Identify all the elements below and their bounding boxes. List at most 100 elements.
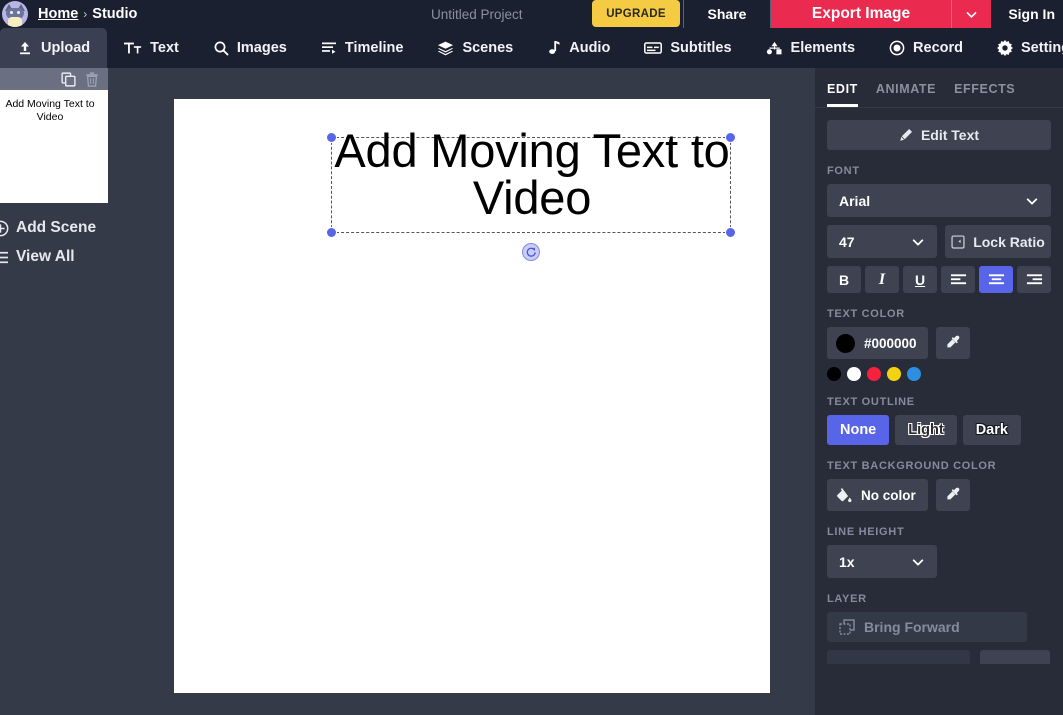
scene-toolbar (0, 68, 108, 90)
outline-option-dark[interactable]: Dark (963, 415, 1021, 445)
project-name[interactable]: Untitled Project (431, 0, 523, 28)
align-center-button[interactable] (979, 266, 1013, 293)
line-height-label: LINE HEIGHT (827, 526, 1051, 538)
panel-tab-effects[interactable]: EFFECTS (954, 82, 1015, 107)
paint-bucket-icon (836, 487, 853, 504)
align-center-icon (988, 273, 1005, 287)
text-icon (124, 40, 142, 56)
share-button[interactable]: Share (683, 0, 771, 29)
edit-text-button[interactable]: Edit Text (827, 120, 1051, 150)
trash-icon[interactable] (85, 72, 99, 87)
lock-ratio-label: Lock Ratio (973, 234, 1045, 250)
copy-icon[interactable] (61, 72, 76, 87)
edit-text-button-label: Edit Text (921, 127, 979, 143)
swatch-red[interactable] (867, 367, 881, 381)
nav-tab-elements[interactable]: Elements (749, 28, 872, 68)
upgrade-button[interactable]: UPGRADE (592, 0, 680, 27)
properties-panel: EDIT ANIMATE EFFECTS Edit Text FONT Aria… (815, 68, 1063, 715)
workspace: Add Moving Text to Video Add Scene View … (0, 68, 815, 715)
panel-content: Edit Text FONT Arial 47 Lock Ratio B I (815, 108, 1063, 676)
font-family-select[interactable]: Arial (827, 184, 1051, 217)
resize-handle-top-right[interactable] (725, 132, 736, 143)
align-right-icon (1026, 273, 1043, 287)
nav-tab-scenes[interactable]: Scenes (420, 28, 530, 68)
text-background-color-field[interactable]: No color (827, 479, 928, 511)
swatch-black[interactable] (827, 367, 841, 381)
view-all-button[interactable]: View All (0, 248, 108, 266)
align-left-icon (950, 273, 967, 287)
font-size-value: 47 (839, 234, 855, 250)
panel-tab-animate[interactable]: ANIMATE (876, 82, 936, 107)
resize-handle-top-left[interactable] (326, 132, 337, 143)
layer-label: LAYER (827, 593, 1051, 605)
nav-tab-upload-label: Upload (41, 40, 90, 56)
scene-thumbnail[interactable]: Add Moving Text to Video (0, 90, 108, 203)
align-right-button[interactable] (1017, 266, 1051, 293)
swatch-yellow[interactable] (887, 367, 901, 381)
breadcrumb-current: Studio (92, 6, 137, 22)
resize-handle-bottom-right[interactable] (725, 227, 736, 238)
italic-button[interactable]: I (865, 266, 899, 293)
layer-button-partial-left[interactable] (827, 650, 970, 664)
text-color-row: #000000 (827, 327, 1051, 359)
gear-icon (997, 40, 1013, 56)
lock-ratio-icon (951, 235, 965, 249)
text-color-eyedropper-icon[interactable] (936, 327, 970, 359)
nav-tab-audio[interactable]: Audio (530, 28, 627, 68)
outline-option-none[interactable]: None (827, 415, 889, 445)
nav-tab-timeline[interactable]: Timeline (304, 28, 421, 68)
layers-icon (437, 40, 454, 56)
breadcrumb-home-link[interactable]: Home (38, 6, 78, 22)
nav-tab-subtitles[interactable]: Subtitles (627, 28, 748, 68)
app-logo-cat-avatar[interactable] (2, 1, 28, 27)
list-icon (0, 250, 9, 265)
bring-forward-button[interactable]: Bring Forward (827, 612, 1027, 642)
nav-tab-timeline-label: Timeline (345, 40, 404, 56)
main-nav-tabs: Upload Text Images Timeline Scenes Audio… (0, 28, 1063, 68)
lock-ratio-button[interactable]: Lock Ratio (945, 225, 1051, 258)
layer-button-partial-right[interactable] (980, 650, 1050, 664)
record-icon (889, 40, 905, 56)
font-family-value: Arial (839, 193, 870, 209)
chevron-down-icon (911, 555, 925, 569)
nav-tab-elements-label: Elements (791, 40, 855, 56)
nav-tab-text[interactable]: Text (107, 28, 196, 68)
sign-in-button[interactable]: Sign In (1008, 0, 1055, 28)
view-all-label: View All (16, 248, 75, 266)
text-background-color-value: No color (861, 488, 916, 503)
bold-button[interactable]: B (827, 266, 861, 293)
swatch-white[interactable] (847, 367, 861, 381)
scene-thumbnail-text: Add Moving Text to Video (0, 98, 108, 124)
elements-icon (766, 40, 783, 56)
text-color-field[interactable]: #000000 (827, 327, 928, 359)
nav-tab-record[interactable]: Record (872, 28, 980, 68)
text-color-swatches (827, 367, 1051, 381)
nav-tab-upload[interactable]: Upload (0, 28, 107, 68)
resize-handle-bottom-left[interactable] (326, 227, 337, 238)
editor-canvas[interactable]: Add Moving Text to Video (174, 99, 770, 693)
nav-tab-settings-label: Settings (1021, 40, 1063, 56)
subtitles-icon (644, 40, 662, 56)
chevron-down-icon (911, 235, 925, 249)
breadcrumb: Home › Studio (38, 6, 137, 22)
underline-button[interactable]: U (903, 266, 937, 293)
scene-card[interactable]: Add Moving Text to Video (0, 68, 108, 203)
align-left-button[interactable] (941, 266, 975, 293)
add-scene-button[interactable]: Add Scene (0, 219, 108, 237)
outline-option-light[interactable]: Light (895, 415, 956, 445)
nav-tab-text-label: Text (150, 40, 179, 56)
breadcrumb-separator: › (83, 7, 87, 21)
upload-icon (17, 40, 33, 56)
export-options-chevron-down-icon[interactable] (951, 0, 991, 29)
line-height-select[interactable]: 1x (827, 545, 937, 578)
rotate-handle-icon[interactable] (522, 243, 540, 261)
add-scene-label: Add Scene (16, 219, 96, 237)
nav-tab-images[interactable]: Images (196, 28, 304, 68)
swatch-blue[interactable] (907, 367, 921, 381)
text-background-eyedropper-icon[interactable] (936, 479, 970, 511)
panel-tab-edit[interactable]: EDIT (827, 82, 858, 107)
export-image-button[interactable]: Export Image (771, 0, 951, 29)
font-size-select[interactable]: 47 (827, 225, 937, 258)
nav-tab-settings[interactable]: Settings (980, 28, 1063, 68)
selected-text-element[interactable]: Add Moving Text to Video (331, 137, 731, 233)
